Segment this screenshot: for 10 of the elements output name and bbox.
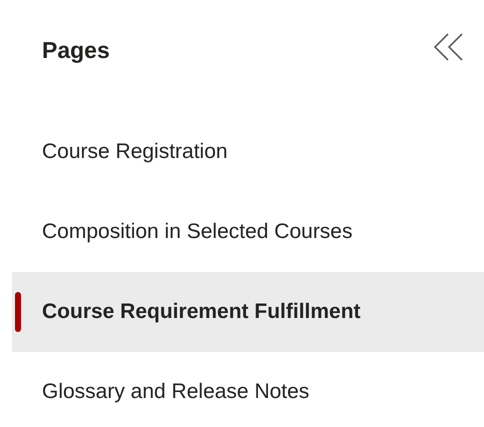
page-item-label: Composition in Selected Courses xyxy=(42,219,352,246)
page-item-label: Course Registration xyxy=(42,139,228,166)
page-item-label: Glossary and Release Notes xyxy=(42,379,310,406)
page-item[interactable]: Course Requirement Fulfillment xyxy=(12,272,484,352)
page-item[interactable]: Composition in Selected Courses xyxy=(12,192,484,272)
page-item[interactable]: Course Registration xyxy=(12,112,484,192)
page-item-label: Course Requirement Fulfillment xyxy=(42,299,361,326)
selection-indicator xyxy=(15,292,21,332)
panel-title: Pages xyxy=(42,36,110,65)
page-item[interactable]: Glossary and Release Notes xyxy=(12,352,484,427)
